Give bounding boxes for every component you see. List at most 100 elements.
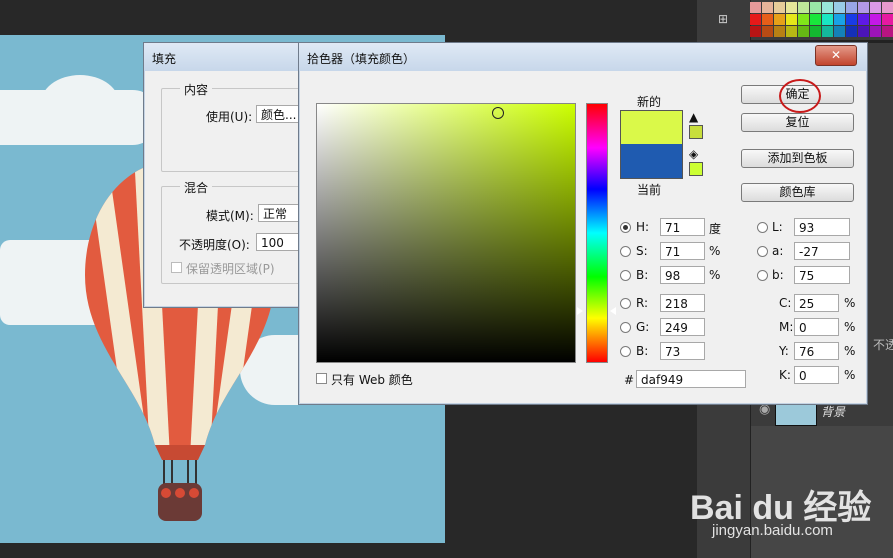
swatch-cell[interactable] [882,14,893,25]
swatch-cell[interactable] [834,14,845,25]
use-label: 使用(U): [206,110,253,124]
web-colors-only-checkbox[interactable] [316,373,327,384]
swatch-cell[interactable] [810,14,821,25]
blue-radio[interactable] [620,346,631,357]
red-input[interactable]: 218 [660,294,705,312]
hue-slider-left-arrow[interactable] [577,307,583,315]
new-color-swatch [620,110,683,145]
preserve-transparency-checkbox[interactable] [171,262,182,273]
swatch-cell[interactable] [774,26,785,37]
color-cursor-circle[interactable] [492,107,504,119]
yellow-unit: % [844,344,856,358]
close-button[interactable]: ✕ [815,45,857,66]
swatch-cell[interactable] [822,2,833,13]
swatch-cell[interactable] [870,2,881,13]
current-color-label: 当前 [637,183,662,197]
brightness-input[interactable]: 98 [660,266,705,284]
saturation-input[interactable]: 71 [660,242,705,260]
swatch-cell[interactable] [834,26,845,37]
swatch-cell[interactable] [798,26,809,37]
swatch-cell[interactable] [774,14,785,25]
red-label: R: [636,296,649,310]
green-radio[interactable] [620,322,631,333]
black-input[interactable]: 0 [794,366,839,384]
add-to-swatches-button[interactable]: 添加到色板 [741,149,854,168]
hex-input[interactable]: daf949 [636,370,746,388]
swatches-panel[interactable] [750,0,893,40]
web-safe-swatch[interactable] [689,162,703,176]
hue-input[interactable]: 71 [660,218,705,236]
red-radio[interactable] [620,298,631,309]
swatch-cell[interactable] [774,2,785,13]
brightness-radio[interactable] [620,270,631,281]
lab-b-label: b: [772,268,784,282]
swatch-cell[interactable] [762,14,773,25]
hue-slider[interactable] [586,103,608,363]
lightness-radio[interactable] [757,222,768,233]
swatch-cell[interactable] [810,2,821,13]
green-input[interactable]: 249 [660,318,705,336]
swatch-cell[interactable] [750,26,761,37]
swatch-cell[interactable] [762,26,773,37]
web-safe-cube-icon[interactable]: ◈ [689,147,698,161]
black-label: K: [779,368,791,382]
swatches-panel-icon[interactable]: ⊞ [718,12,728,26]
swatch-cell[interactable] [858,2,869,13]
swatch-cell[interactable] [786,2,797,13]
swatch-cell[interactable] [870,14,881,25]
magenta-input[interactable]: 0 [794,318,839,336]
lightness-input[interactable]: 93 [794,218,850,236]
cloud-shape [40,75,120,135]
fill-dialog-title: 填充 [152,52,177,66]
saturation-brightness-field[interactable] [316,103,576,363]
swatch-cell[interactable] [750,14,761,25]
blue-input[interactable]: 73 [660,342,705,360]
yellow-input[interactable]: 76 [794,342,839,360]
lab-a-radio[interactable] [757,246,768,257]
swatch-cell[interactable] [834,2,845,13]
fill-dialog-titlebar[interactable]: 填充 [144,43,324,71]
gamut-warning-icon[interactable]: ▲ [689,110,698,124]
swatch-cell[interactable] [882,2,893,13]
swatch-cell[interactable] [846,26,857,37]
swatch-cell[interactable] [798,14,809,25]
swatch-cell[interactable] [810,26,821,37]
lab-b-radio[interactable] [757,270,768,281]
swatch-cell[interactable] [786,14,797,25]
preserve-transparency-label: 保留透明区域(P) [186,262,275,276]
new-color-label: 新的 [637,95,662,109]
yellow-label: Y: [779,344,789,358]
color-picker-titlebar[interactable]: 拾色器（填充颜色） ✕ [299,43,867,71]
lab-a-input[interactable]: -27 [794,242,850,260]
layer-name[interactable]: 背景 [821,403,845,420]
close-icon: ✕ [830,48,842,62]
swatch-cell[interactable] [798,2,809,13]
lab-a-label: a: [772,244,784,258]
magenta-label: M: [779,320,794,334]
magenta-unit: % [844,320,856,334]
cyan-input[interactable]: 25 [794,294,839,312]
hue-label: H: [636,220,650,234]
reset-button[interactable]: 复位 [741,113,854,132]
swatch-cell[interactable] [786,26,797,37]
black-unit: % [844,368,856,382]
color-libraries-button[interactable]: 颜色库 [741,183,854,202]
swatch-cell[interactable] [762,2,773,13]
hue-radio[interactable] [620,222,631,233]
swatch-cell[interactable] [822,14,833,25]
saturation-radio[interactable] [620,246,631,257]
swatch-cell[interactable] [858,14,869,25]
swatch-cell[interactable] [870,26,881,37]
swatch-cell[interactable] [846,2,857,13]
current-color-swatch[interactable] [620,144,683,179]
swatch-cell[interactable] [858,26,869,37]
saturation-label: S: [636,244,648,258]
swatch-cell[interactable] [882,26,893,37]
web-colors-only-label: 只有 Web 颜色 [331,373,413,387]
lab-b-input[interactable]: 75 [794,266,850,284]
swatch-cell[interactable] [750,2,761,13]
gamut-warning-swatch[interactable] [689,125,703,139]
swatch-cell[interactable] [822,26,833,37]
swatch-cell[interactable] [846,14,857,25]
hue-slider-right-arrow[interactable] [610,307,616,315]
